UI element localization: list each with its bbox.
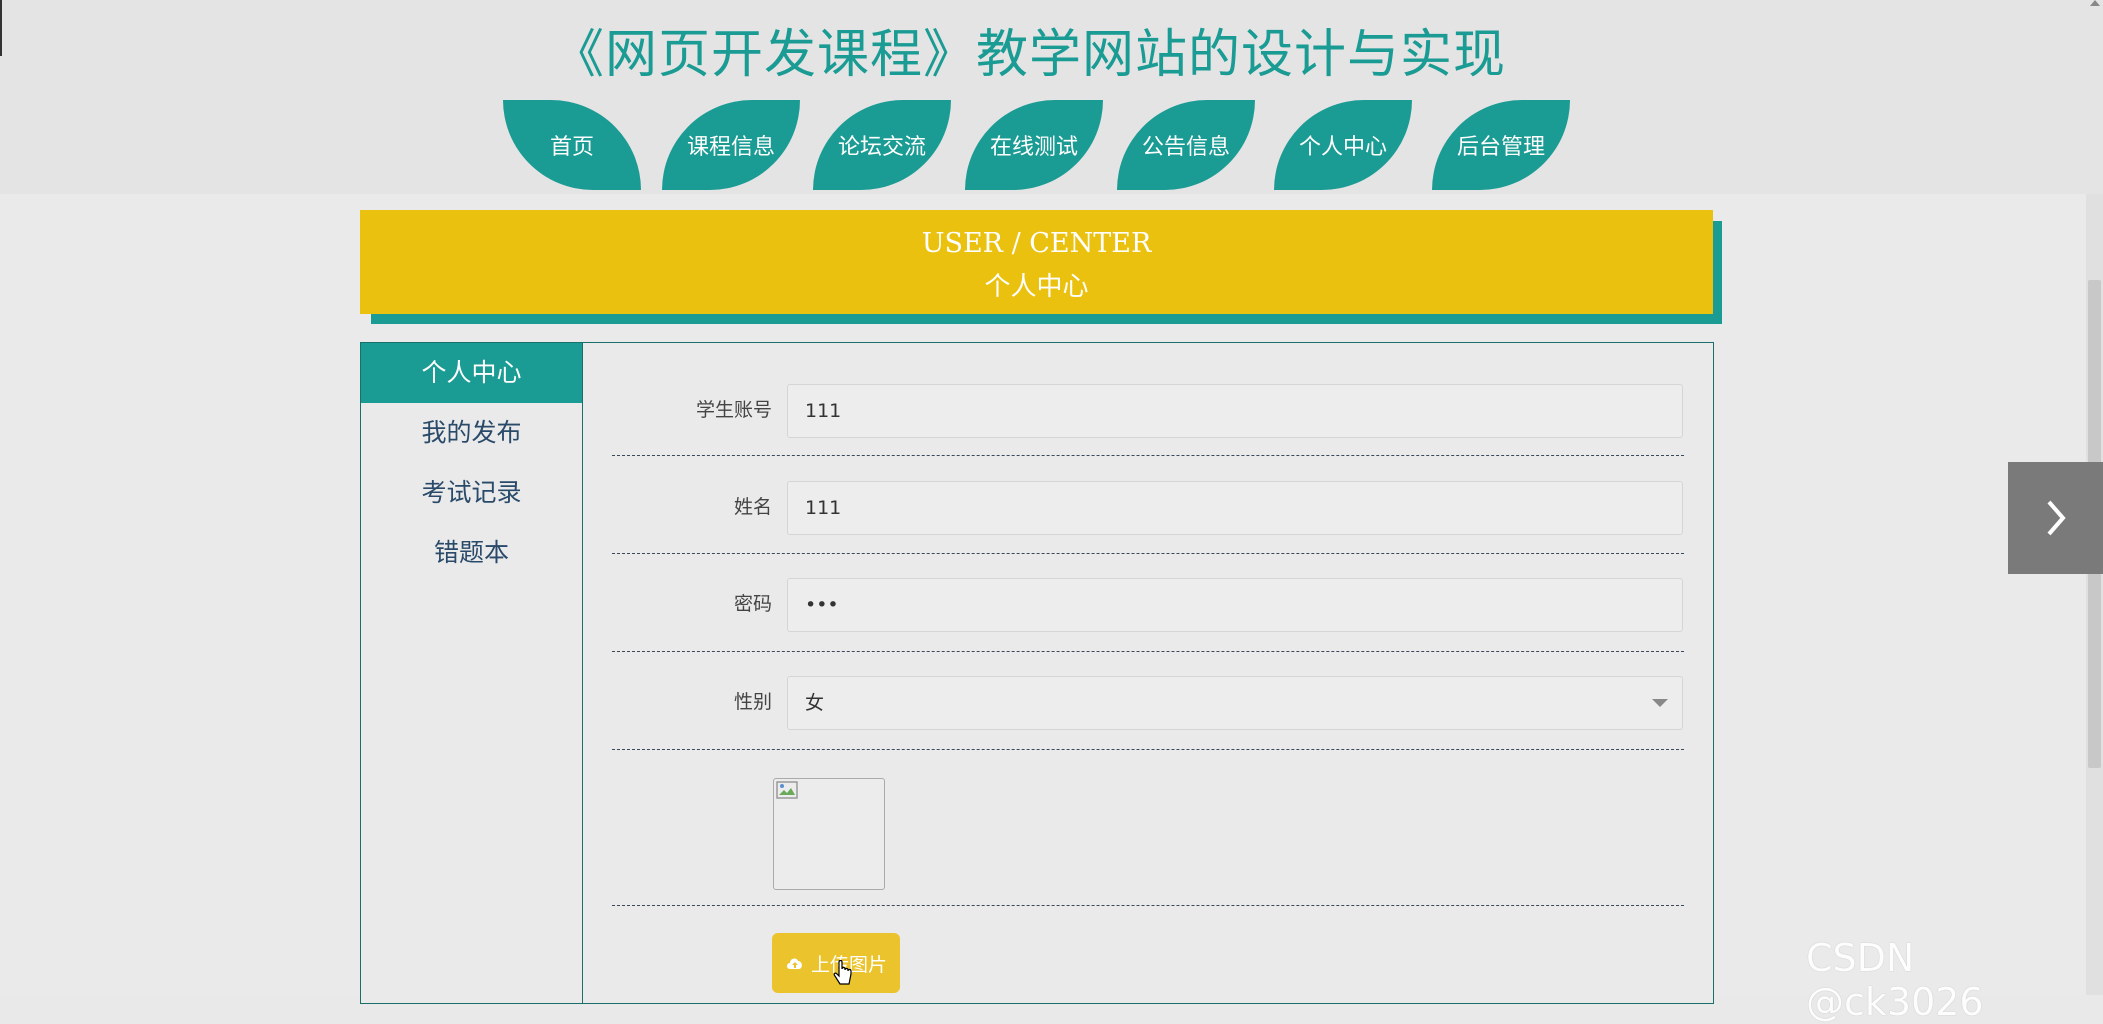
nav-item-personal-center[interactable]: 个人中心 <box>1274 100 1412 190</box>
gender-select[interactable]: 女 <box>787 676 1683 730</box>
nav-item-admin[interactable]: 后台管理 <box>1432 100 1570 190</box>
nav-item-forum[interactable]: 论坛交流 <box>813 100 951 190</box>
nav-item-label: 后台管理 <box>1456 135 1545 160</box>
password-field[interactable]: ••• <box>787 578 1683 632</box>
avatar-preview <box>773 778 885 890</box>
nav-item-announcements[interactable]: 公告信息 <box>1117 100 1255 190</box>
nav-item-home[interactable]: 首页 <box>503 100 641 190</box>
sidebar-item-personal-center[interactable]: 个人中心 <box>361 343 582 403</box>
site-title: 《网页开发课程》教学网站的设计与实现 <box>551 25 1506 85</box>
nav-item-courses[interactable]: 课程信息 <box>662 100 800 190</box>
cloud-upload-icon <box>786 958 802 969</box>
gender-select-value: 女 <box>805 692 825 714</box>
section-banner: USER / CENTER 个人中心 <box>360 210 1713 314</box>
name-label: 姓名 <box>733 496 772 518</box>
sidebar: 个人中心 我的发布 考试记录 错题本 <box>361 343 583 1003</box>
nav-item-online-test[interactable]: 在线测试 <box>965 100 1103 190</box>
next-slide-button[interactable] <box>2008 462 2103 574</box>
account-field[interactable]: 111 <box>787 384 1683 438</box>
form-row-password: 密码 ••• <box>612 553 1684 652</box>
name-field[interactable]: 111 <box>787 481 1683 535</box>
broken-image-icon <box>776 781 798 799</box>
nav-item-label: 首页 <box>549 135 594 160</box>
password-label: 密码 <box>733 593 772 615</box>
sidebar-item-wrong-questions[interactable]: 错题本 <box>361 523 582 583</box>
gender-label: 性别 <box>733 691 772 713</box>
nav-item-label: 课程信息 <box>686 135 775 160</box>
nav-item-label: 论坛交流 <box>837 135 926 160</box>
watermark: CSDN @ck3026 <box>1806 936 1984 1024</box>
nav-item-label: 公告信息 <box>1141 135 1230 160</box>
account-label: 学生账号 <box>695 399 772 421</box>
chevron-right-icon <box>2046 500 2066 536</box>
form-row-gender: 性别 女 <box>612 651 1684 750</box>
nav-item-label: 个人中心 <box>1298 135 1387 160</box>
sidebar-item-exam-records[interactable]: 考试记录 <box>361 463 582 523</box>
banner-title-cn: 个人中心 <box>984 272 1089 302</box>
sidebar-item-my-posts[interactable]: 我的发布 <box>361 403 582 463</box>
hand-cursor-icon <box>833 960 852 985</box>
banner-title-en: USER / CENTER <box>921 228 1152 259</box>
scroll-up-icon[interactable] <box>2090 0 2100 6</box>
nav-item-label: 在线测试 <box>989 135 1078 160</box>
chevron-down-icon <box>1652 699 1668 707</box>
user-center-panel: 个人中心 我的发布 考试记录 错题本 学生账号 111 姓名 111 密码 ••… <box>360 342 1714 1004</box>
form-row-name: 姓名 111 <box>612 455 1684 554</box>
form-row-account: 学生账号 111 <box>612 343 1684 456</box>
main-nav: 首页 课程信息 论坛交流 在线测试 公告信息 个人中心 后台管理 <box>0 100 2103 190</box>
